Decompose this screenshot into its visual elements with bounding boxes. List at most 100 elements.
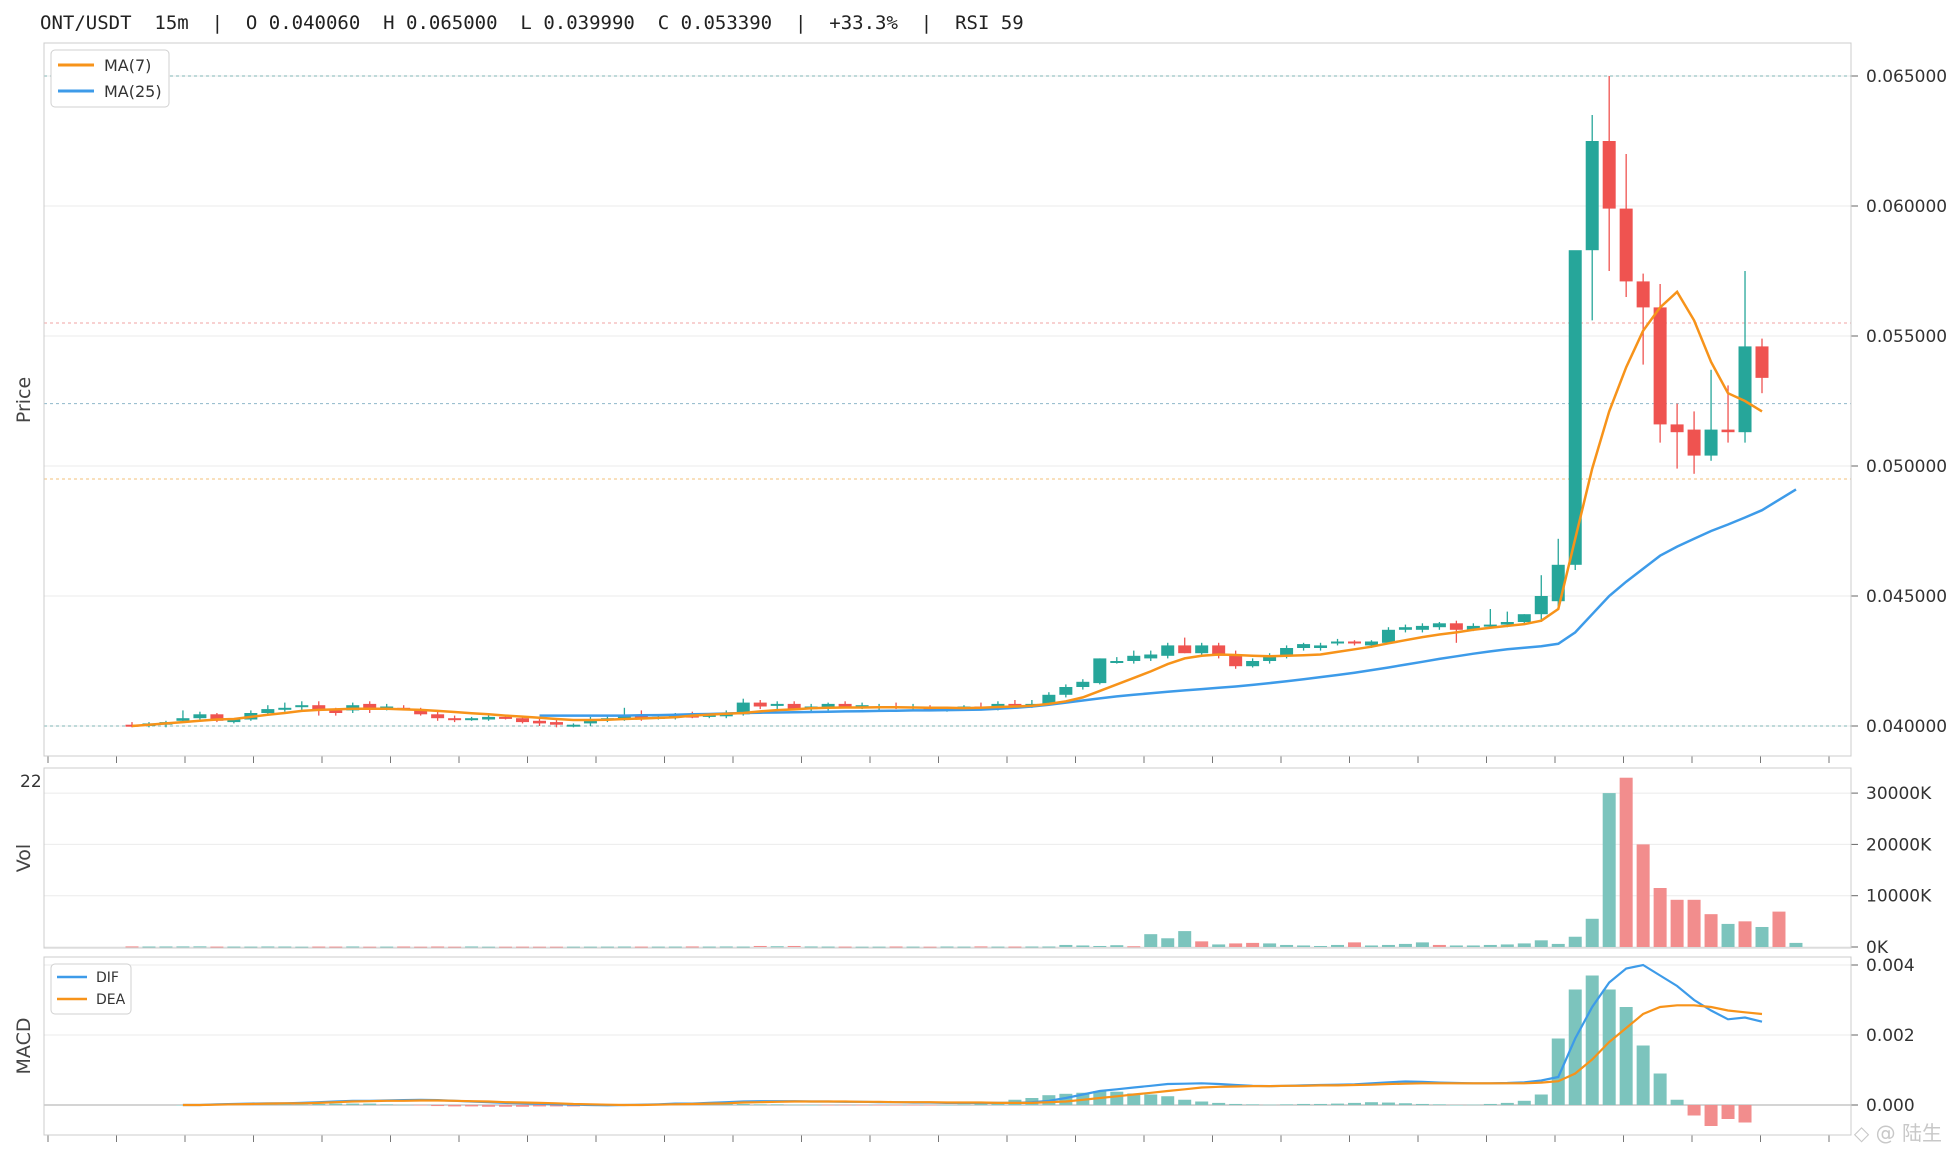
volume-bar [516,946,530,948]
volume-bar [770,946,784,948]
volume-bar [193,946,207,948]
volume-bar [1466,945,1480,947]
volume-bar [1636,844,1650,947]
volume-bar [312,946,326,948]
candle-body [1178,645,1192,654]
macd-axis: 0.000 0.002 0.004 [1851,956,1915,1116]
volume-bar [1059,944,1073,947]
volume-bar [991,946,1005,948]
candle-body [1449,623,1463,630]
volume-bar [1738,921,1752,947]
volume-bar [1398,943,1412,947]
volume-bar [1042,946,1056,948]
volume-bar [1246,942,1260,947]
candle-body [1755,346,1769,378]
volume-bar [1721,923,1735,947]
candle-body [1687,429,1701,456]
volume-bar [1229,943,1243,947]
volume-bar [1331,944,1345,947]
candle-body [482,716,496,720]
volume-bar [1161,938,1175,947]
macd-histogram-bar [1500,1102,1514,1105]
macd-histogram-bar [787,1104,801,1106]
candle-body [770,703,784,706]
price-axis: 0.040000 0.045000 0.050000 0.055000 0.060000… [1851,67,1947,737]
volume-bar [1602,793,1616,947]
volume-bar [787,945,801,947]
volume-bar [278,946,292,948]
volume-bar [566,946,580,948]
macd-tick-label: 0.002 [1866,1026,1915,1046]
volume-bar [736,946,750,948]
volume-corner-label: 22 [20,772,42,792]
candle-body [1636,281,1650,308]
price-tick-label: 0.040000 [1866,717,1947,737]
volume-bar [159,946,173,948]
macd-histogram-bar [1432,1104,1446,1105]
macd-histogram-bar [1381,1102,1395,1105]
candle-body [1517,614,1531,622]
watermark: ◇ @ 陆生 [1853,1121,1942,1145]
candle-body [533,720,546,724]
volume-bar [1670,899,1684,947]
volume-bar [634,946,648,948]
volume-bar [719,946,733,948]
macd-histogram-bar [1483,1103,1497,1105]
macd-histogram-bar [448,1105,462,1107]
candle-body [261,709,275,713]
macd-histogram-bar [1670,1099,1684,1105]
volume-bar [1314,945,1328,947]
macd-histogram-bar [1144,1094,1158,1105]
macd-histogram-bar [753,1104,767,1105]
candle-body [1653,307,1667,425]
macd-histogram-bar [397,1104,411,1106]
candle-body [448,718,462,721]
candle-body [295,705,309,708]
volume-bar [1008,946,1022,948]
macd-histogram-bar [363,1103,377,1105]
volume-bar [1093,945,1107,947]
macd-histogram-bar [1704,1105,1718,1126]
candle-body [329,710,343,713]
macd-histogram-bar [1517,1100,1531,1105]
price-tick-label: 0.050000 [1866,457,1947,477]
candle-body [753,702,767,707]
macd-histogram-bar [1348,1102,1361,1105]
legend-ma7-label: MA(7) [104,56,151,75]
price-ylabel: Price [13,377,35,423]
macd-histogram-bar [940,1105,954,1106]
macd-histogram-bar [1229,1103,1243,1105]
candle-body [465,718,479,721]
volume-bar [1483,944,1497,947]
candle-body [1246,661,1260,667]
candle-body [363,703,377,708]
volume-bar [1585,918,1599,947]
volume-tick-label: 10000K [1866,887,1932,907]
volume-bar [1263,943,1277,947]
macd-tick-label: 0.004 [1866,956,1915,976]
candle-body [1076,681,1090,687]
candle-body [1314,645,1328,648]
volume-bar [1755,926,1769,947]
volume-bar [1432,944,1446,947]
volume-bar [1348,942,1361,947]
macd-histogram-bar [1636,1045,1650,1105]
candle-body [193,714,207,719]
volume-bar [1025,946,1039,948]
candle-body [1415,625,1429,630]
volume-bar [583,946,597,948]
macd-histogram-bar [1653,1073,1667,1105]
macd-histogram-bar [1212,1102,1226,1105]
macd-histogram-bar [1721,1105,1735,1119]
volume-bar [244,946,258,948]
volume-bar [600,946,614,948]
candle-body [1585,141,1599,251]
macd-histogram-bar [855,1105,869,1106]
candle-body [1110,661,1124,663]
volume-tick-label: 0K [1866,938,1889,958]
macd-histogram-bar [923,1105,937,1106]
candle-body [1704,429,1718,456]
macd-histogram-bar [465,1105,479,1107]
volume-bar [1178,931,1192,947]
macd-histogram-bar [889,1105,903,1106]
